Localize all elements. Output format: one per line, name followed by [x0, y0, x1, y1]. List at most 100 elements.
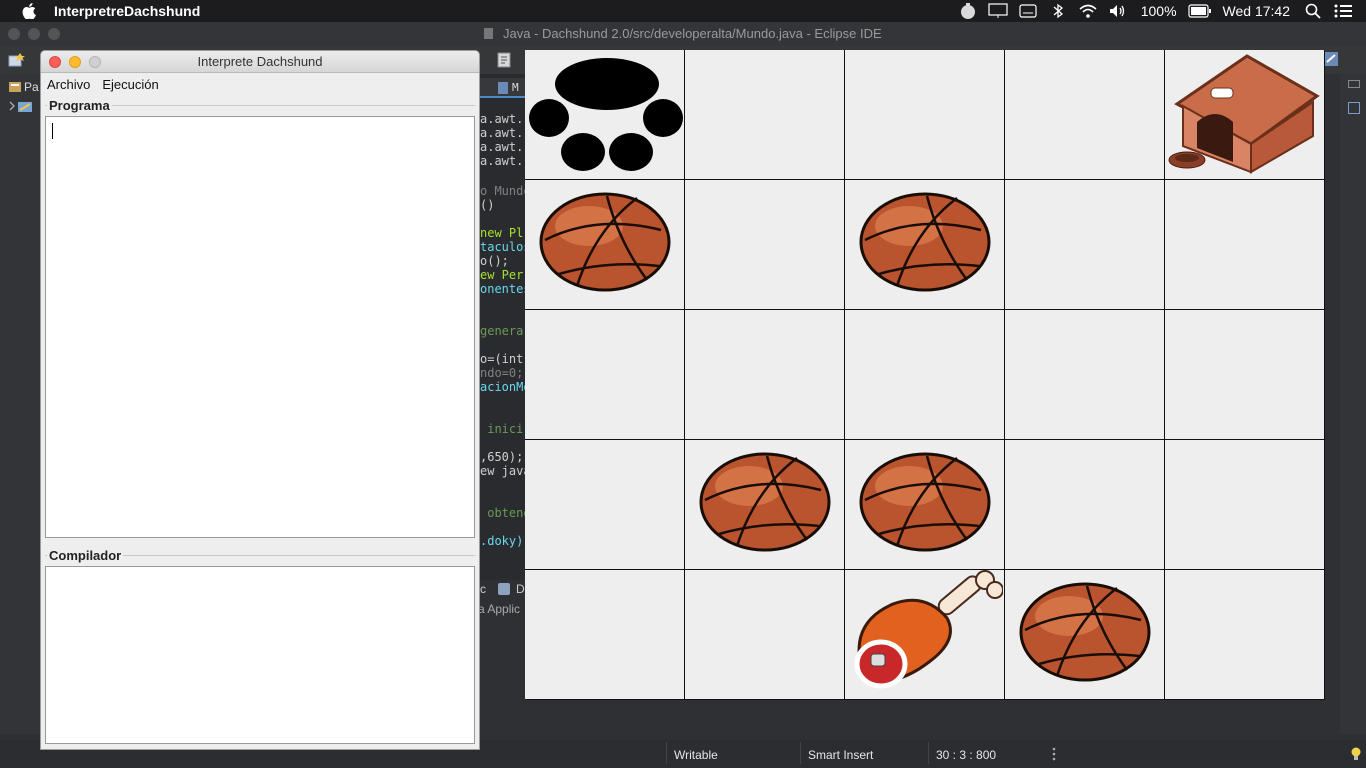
board-cell [1165, 180, 1325, 310]
board-cell [1005, 570, 1165, 700]
package-explorer-panel: Pa [0, 74, 40, 734]
status-separator [666, 742, 667, 764]
code-line: .doky) [480, 534, 524, 548]
new-wizard-icon[interactable] [8, 52, 26, 68]
status-separator [928, 742, 929, 764]
zoom-button[interactable] [89, 56, 101, 68]
minimize-view-icon[interactable] [1348, 80, 1360, 88]
code-line: ew java [480, 464, 528, 478]
code-line: a.awt. [480, 154, 524, 168]
package-explorer-icon[interactable] [8, 80, 22, 94]
board-cell [525, 570, 685, 700]
eclipse-minimize-button[interactable] [28, 28, 40, 40]
code-line: onentes [480, 282, 528, 296]
battery-percent: 100% [1140, 3, 1177, 19]
display-icon[interactable] [983, 0, 1013, 22]
interpreter-window: Interprete Dachshund Archivo Ejecución P… [40, 50, 480, 750]
code-line: inici [480, 422, 524, 436]
board-cell [1165, 570, 1325, 700]
notification-center-icon[interactable] [1328, 0, 1358, 22]
project-folder-icon[interactable] [8, 100, 36, 114]
board-cell [685, 570, 845, 700]
spotlight-search-icon[interactable] [1298, 0, 1328, 22]
bottom-tab-d[interactable]: D [516, 582, 525, 596]
code-line: o Mundo [480, 184, 528, 198]
run-config-icon[interactable] [496, 51, 514, 69]
status-insert-mode[interactable]: Smart Insert [808, 748, 873, 762]
code-line: a.awt. [480, 112, 524, 126]
tip-lightbulb-icon[interactable] [1350, 746, 1362, 762]
code-line: ndo=0; [480, 366, 524, 380]
status-separator [800, 742, 801, 764]
code-line: acionMe [480, 380, 528, 394]
java-file-icon [498, 82, 508, 94]
board-cell [845, 310, 1005, 440]
eclipse-zoom-button[interactable] [48, 28, 60, 40]
board-cell [525, 50, 685, 180]
compilador-textarea[interactable] [45, 566, 475, 744]
eclipse-close-button[interactable] [8, 28, 20, 40]
code-line: ew Per [480, 268, 524, 282]
bottom-tab-c[interactable]: c [480, 582, 486, 596]
code-line: o=(int [480, 352, 524, 366]
board-cell [685, 180, 845, 310]
ball-icon [537, 190, 673, 299]
eclipse-title-bar: Java - Dachshund 2.0/src/developeralta/M… [0, 22, 1366, 46]
console-text: a Applic [478, 602, 521, 616]
text-caret [52, 123, 53, 139]
doghouse-icon [1167, 48, 1323, 181]
board-cell [1005, 180, 1165, 310]
board-cell [685, 310, 845, 440]
menu-ejecucion[interactable]: Ejecución [102, 77, 158, 92]
board-cell [525, 180, 685, 310]
debug-icon[interactable] [498, 583, 510, 595]
minimize-button[interactable] [69, 56, 81, 68]
bluetooth-icon[interactable] [1043, 0, 1073, 22]
outline-icon[interactable] [1348, 102, 1360, 114]
status-more-icon[interactable] [1052, 746, 1056, 762]
programa-textarea[interactable] [45, 116, 475, 538]
board-cell [845, 570, 1005, 700]
mac-menu-bar: InterpretreDachshund 100% Wed 17:42 [0, 0, 1366, 22]
board-cell [1005, 310, 1165, 440]
active-app-name[interactable]: InterpretreDachshund [54, 3, 200, 19]
eclipse-window-title: Java - Dachshund 2.0/src/developeralta/M… [502, 26, 882, 41]
code-line: o(); [480, 254, 509, 268]
wifi-icon[interactable] [1073, 0, 1103, 22]
programa-group: Programa [45, 98, 475, 539]
compilador-label: Compilador [47, 548, 124, 563]
code-line: obtene [480, 506, 528, 520]
interpreter-title: Interprete Dachshund [197, 54, 323, 69]
interpreter-title-bar: Interprete Dachshund [41, 51, 479, 73]
editor-tab[interactable]: M [478, 78, 528, 98]
eclipse-file-icon [484, 28, 494, 39]
board-cell [685, 440, 845, 570]
code-editor[interactable]: M a.awt. a.awt. a.awt. a.awt. o Mundo() new P… [478, 74, 528, 594]
board-cell [1005, 50, 1165, 180]
board-cell [685, 50, 845, 180]
apple-icon[interactable] [18, 0, 40, 22]
menu-archivo[interactable]: Archivo [47, 77, 90, 92]
board-cell [525, 310, 685, 440]
board-cell [845, 50, 1005, 180]
package-explorer-tab[interactable]: Pa [24, 80, 39, 94]
ball-icon [857, 450, 993, 559]
interpreter-menu-bar: Archivo Ejecución [41, 73, 479, 95]
compilador-group: Compilador [45, 548, 475, 745]
console-tabs: c D a Applic [478, 580, 528, 622]
close-button[interactable] [49, 56, 61, 68]
board-cell [845, 440, 1005, 570]
battery-icon[interactable] [1185, 0, 1215, 22]
status-cursor-position: 30 : 3 : 800 [936, 748, 997, 762]
code-line: genera [480, 324, 524, 338]
board-cell [845, 180, 1005, 310]
tray-app-icon[interactable] [953, 0, 983, 22]
right-side-panel [1340, 74, 1366, 734]
clock[interactable]: Wed 17:42 [1223, 3, 1290, 19]
board-cell [1005, 440, 1165, 570]
status-writable: Writable [674, 748, 718, 762]
keyboard-icon[interactable] [1013, 0, 1043, 22]
board-cell [1165, 310, 1325, 440]
volume-icon[interactable] [1103, 0, 1133, 22]
code-line: a.awt. [480, 126, 524, 140]
